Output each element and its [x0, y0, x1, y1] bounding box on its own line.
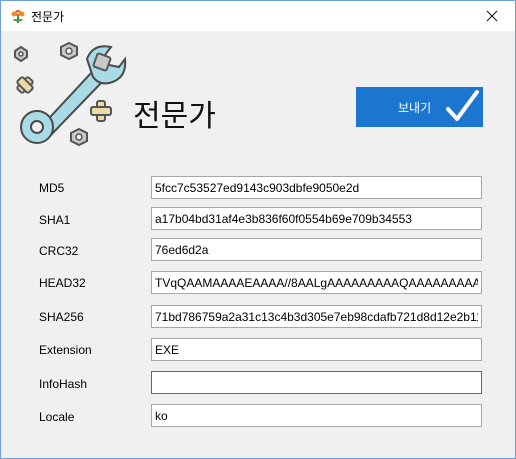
- app-name-heading: 전문가: [133, 99, 216, 134]
- head32-field[interactable]: [151, 271, 482, 294]
- infohash-label: InfoHash: [39, 377, 88, 391]
- send-button[interactable]: 보내기: [356, 87, 483, 127]
- extension-field[interactable]: [151, 338, 482, 361]
- crc32-label: CRC32: [39, 244, 79, 258]
- locale-field[interactable]: [151, 404, 482, 427]
- md5-field[interactable]: [151, 176, 482, 199]
- extension-label: Extension: [39, 343, 92, 357]
- sha1-field[interactable]: [151, 207, 482, 230]
- flower-icon: [11, 10, 25, 23]
- md5-label: MD5: [39, 181, 65, 195]
- head32-label: HEAD32: [39, 276, 86, 290]
- send-button-label: 보내기: [398, 101, 432, 115]
- expert-window: 전문가 전문가 보내기 MD5 5fcc7c53527ed9143c903dbf…: [0, 0, 516, 459]
- sha256-field[interactable]: [151, 305, 482, 328]
- infohash-field[interactable]: [151, 371, 482, 394]
- title-bar: 전문가: [1, 1, 515, 31]
- window-title: 전문가: [31, 10, 65, 24]
- locale-label: Locale: [39, 410, 75, 424]
- close-button[interactable]: [469, 1, 515, 31]
- checkmark-icon: [446, 90, 479, 121]
- wrench-gears-icon: [14, 41, 127, 147]
- crc32-field[interactable]: [151, 238, 482, 261]
- sha1-label: SHA1: [39, 213, 71, 227]
- sha256-label: SHA256: [39, 310, 84, 324]
- close-icon: [486, 10, 498, 22]
